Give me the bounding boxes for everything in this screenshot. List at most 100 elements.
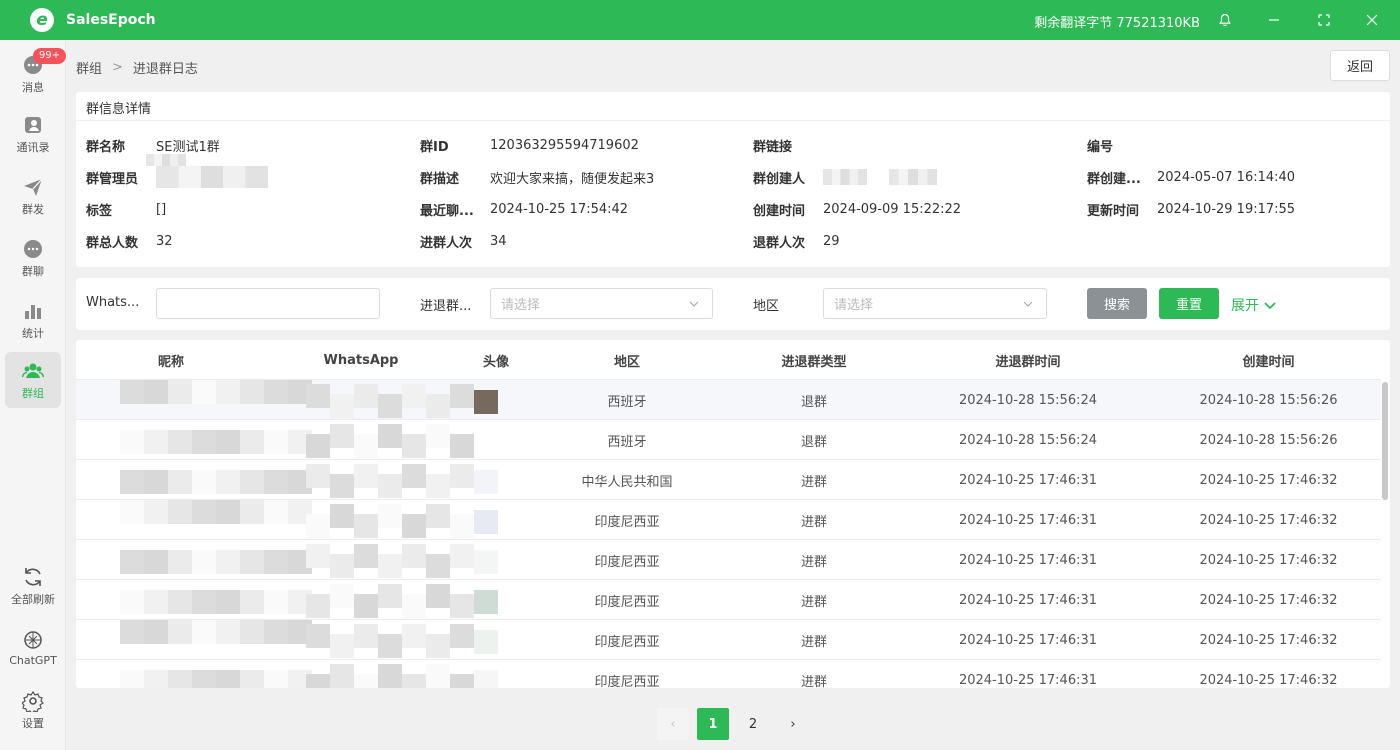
cell-created: 2024-10-25 17:46:32 [1199, 472, 1338, 488]
app-name: SalesEpoch [66, 12, 156, 28]
redacted-nickname [240, 670, 264, 688]
page-button[interactable]: 2 [737, 708, 769, 740]
label: 群管理员 [86, 171, 139, 187]
cell-region: 中华人民共和国 [581, 474, 673, 490]
select-placeholder: 请选择 [834, 298, 874, 313]
redacted-nickname [144, 670, 168, 688]
redacted-whatsapp [378, 474, 402, 498]
redacted-nickname [144, 470, 168, 494]
sidebar-item-settings[interactable]: 设置 [5, 682, 61, 738]
chevron-down-icon [1264, 302, 1276, 310]
redacted-whatsapp [426, 634, 450, 658]
sidebar-item-refresh-all[interactable]: 全部刷新 [5, 558, 61, 614]
cell-time: 2024-10-28 15:56:24 [958, 392, 1098, 408]
sidebar-item-label: 群聊 [22, 264, 44, 278]
redacted-nickname [144, 590, 168, 614]
col-created[interactable]: 创建时间 [1146, 340, 1390, 380]
redacted-nickname [264, 470, 288, 494]
sidebar-item-chatgpt[interactable]: ChatGPT [5, 620, 61, 676]
redacted-whatsapp [402, 434, 426, 458]
whatsapp-input[interactable] [156, 288, 380, 319]
redacted-whatsapp [330, 504, 354, 528]
cell-time: 2024-10-25 17:46:31 [958, 632, 1098, 648]
table-row[interactable]: 西班牙 退群 2024-10-28 15:56:24 2024-10-28 15:56… [76, 380, 1381, 420]
chevron-right-icon: > [112, 60, 123, 75]
redacted-nickname [144, 620, 168, 644]
search-button[interactable]: 搜索 [1087, 288, 1147, 319]
redacted-whatsapp [402, 544, 426, 568]
redacted-nickname [216, 500, 240, 524]
table-row[interactable]: 印度尼西亚 进群 2024-10-25 17:46:31 2024-10-25 17:… [76, 540, 1381, 580]
next-page-button[interactable]: › [777, 708, 809, 740]
sidebar-item-statistics[interactable]: 统计 [5, 292, 61, 348]
label: 群描述 [420, 171, 460, 187]
col-type[interactable]: 进退群类型 [718, 340, 910, 380]
col-time[interactable]: 进退群时间 [910, 340, 1146, 380]
label: 群ID [420, 139, 449, 155]
page-button[interactable]: 1 [697, 708, 729, 740]
redacted-whatsapp [354, 674, 378, 688]
redacted-nickname [192, 590, 216, 614]
redacted-whatsapp [306, 544, 330, 568]
sidebar-item-groups[interactable]: 群组 [5, 352, 61, 408]
minimize-icon[interactable] [1264, 10, 1284, 30]
vertical-scrollbar[interactable] [1382, 382, 1388, 500]
select-placeholder: 请选择 [501, 298, 541, 313]
table-row[interactable]: 印度尼西亚 进群 2024-10-25 17:46:31 2024-10-25 17:… [76, 500, 1381, 540]
redacted-nickname [264, 500, 288, 524]
sidebar-item-group-chat[interactable]: 群聊 [5, 230, 61, 286]
prev-page-button[interactable]: ‹ [657, 708, 689, 740]
redacted-whatsapp [330, 424, 354, 448]
unread-badge: 99+ [33, 48, 67, 64]
redacted-whatsapp [426, 424, 450, 448]
value: SE测试1群 [156, 139, 220, 155]
redacted-whatsapp [402, 384, 426, 408]
sidebar-item-messages[interactable]: 消息 99+ [5, 46, 67, 102]
table-row[interactable]: 西班牙 退群 2024-10-28 15:56:24 2024-10-28 15:56… [76, 420, 1381, 460]
field-create-time: 创建时间 2024-09-09 15:22:22 [753, 199, 961, 219]
redacted-nickname [216, 620, 240, 644]
redacted-nickname [240, 620, 264, 644]
sidebar-item-label: 统计 [22, 326, 44, 340]
chevron-down-icon [1023, 301, 1033, 307]
redacted-nickname [144, 430, 168, 454]
redacted-whatsapp [378, 584, 402, 608]
cell-region: 印度尼西亚 [594, 554, 660, 570]
reset-button[interactable]: 重置 [1159, 288, 1219, 319]
table-row[interactable]: 印度尼西亚 进群 2024-10-25 17:46:31 2024-10-25 17:… [76, 660, 1381, 688]
col-nickname[interactable]: 昵称 [76, 340, 266, 380]
close-icon[interactable] [1362, 10, 1382, 30]
table-row[interactable]: 印度尼西亚 进群 2024-10-25 17:46:31 2024-10-25 17:… [76, 620, 1381, 660]
redacted-nickname [144, 380, 168, 404]
region-select[interactable]: 请选择 [823, 288, 1047, 319]
redacted-whatsapp [450, 624, 474, 648]
avatar [474, 510, 498, 534]
maximize-icon[interactable] [1314, 10, 1334, 30]
bell-icon[interactable] [1215, 10, 1235, 30]
sidebar-item-broadcast[interactable]: 群发 [5, 168, 61, 224]
col-region[interactable]: 地区 [536, 340, 718, 380]
sidebar-item-label: 群发 [22, 202, 44, 216]
back-button[interactable]: 返回 [1330, 50, 1390, 81]
sidebar-item-contacts[interactable]: 通讯录 [5, 106, 61, 162]
redacted-nickname [192, 620, 216, 644]
redacted-whatsapp [450, 544, 474, 568]
cell-time: 2024-10-28 15:56:24 [958, 432, 1098, 448]
redacted-nickname [168, 550, 192, 574]
type-select[interactable]: 请选择 [490, 288, 713, 319]
redacted-whatsapp [426, 554, 450, 578]
redacted-whatsapp [378, 664, 402, 688]
redacted-nickname [192, 380, 216, 404]
col-whatsapp[interactable]: WhatsApp [306, 340, 416, 380]
redacted-whatsapp [306, 594, 330, 618]
redacted-nickname [168, 670, 192, 688]
expand-button[interactable]: 展开 [1231, 295, 1277, 315]
sidebar-item-label: 全部刷新 [11, 592, 55, 606]
table-row[interactable]: 印度尼西亚 进群 2024-10-25 17:46:31 2024-10-25 17:… [76, 580, 1381, 620]
expand-label: 展开 [1231, 298, 1259, 314]
redacted-whatsapp [426, 474, 450, 498]
table-row[interactable]: 中华人民共和国 进群 2024-10-25 17:46:31 2024-10-25 1… [76, 460, 1381, 500]
redacted-nickname [192, 550, 216, 574]
breadcrumb-parent[interactable]: 群组 [76, 58, 102, 77]
redacted-nickname [216, 550, 240, 574]
